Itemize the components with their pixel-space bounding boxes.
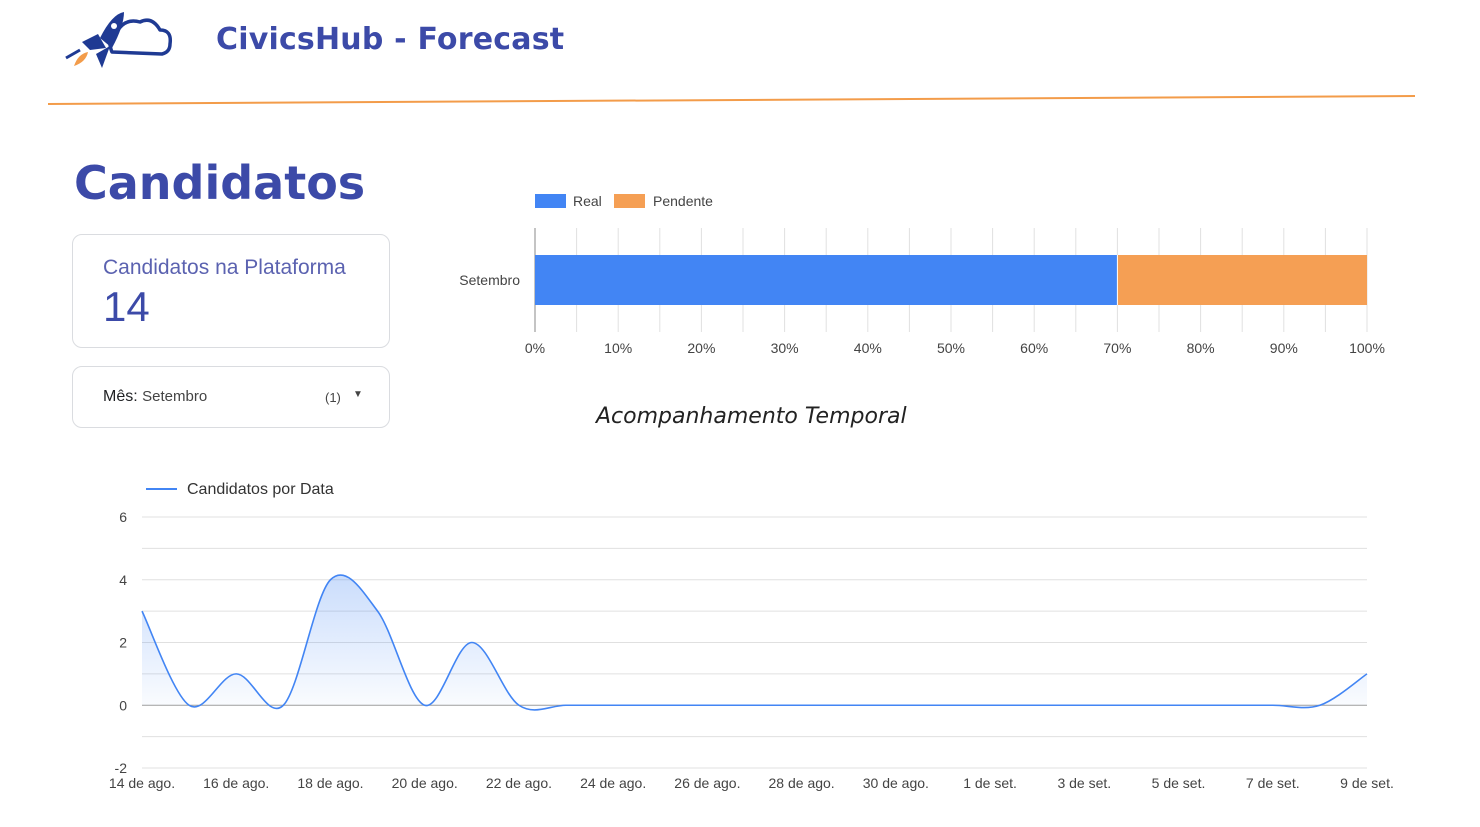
line-x-tick: 24 de ago. <box>580 775 646 791</box>
line-x-tick: 14 de ago. <box>109 775 175 791</box>
line-x-tick: 22 de ago. <box>486 775 552 791</box>
line-x-tick: 1 de set. <box>963 775 1017 791</box>
line-chart: Candidatos por Data 6 4 2 0 -2 14 de ago. 16 … <box>109 481 1394 791</box>
line-x-tick: 7 de set. <box>1246 775 1300 791</box>
line-y-tick: 6 <box>119 509 127 525</box>
line-y-tick: -2 <box>115 760 128 776</box>
line-y-tick: 0 <box>119 697 127 713</box>
legend-label-candidatos: Candidatos por Data <box>187 481 334 498</box>
line-x-tick: 5 de set. <box>1152 775 1206 791</box>
line-x-tick: 16 de ago. <box>203 775 269 791</box>
line-y-tick: 4 <box>119 572 127 588</box>
line-x-tick: 18 de ago. <box>297 775 363 791</box>
line-x-tick: 28 de ago. <box>769 775 835 791</box>
line-y-tick: 2 <box>119 635 127 651</box>
line-x-tick: 30 de ago. <box>863 775 929 791</box>
line-x-tick: 20 de ago. <box>392 775 458 791</box>
line-x-tick: 9 de set. <box>1340 775 1394 791</box>
line-x-tick: 26 de ago. <box>674 775 740 791</box>
line-x-tick: 3 de set. <box>1057 775 1111 791</box>
